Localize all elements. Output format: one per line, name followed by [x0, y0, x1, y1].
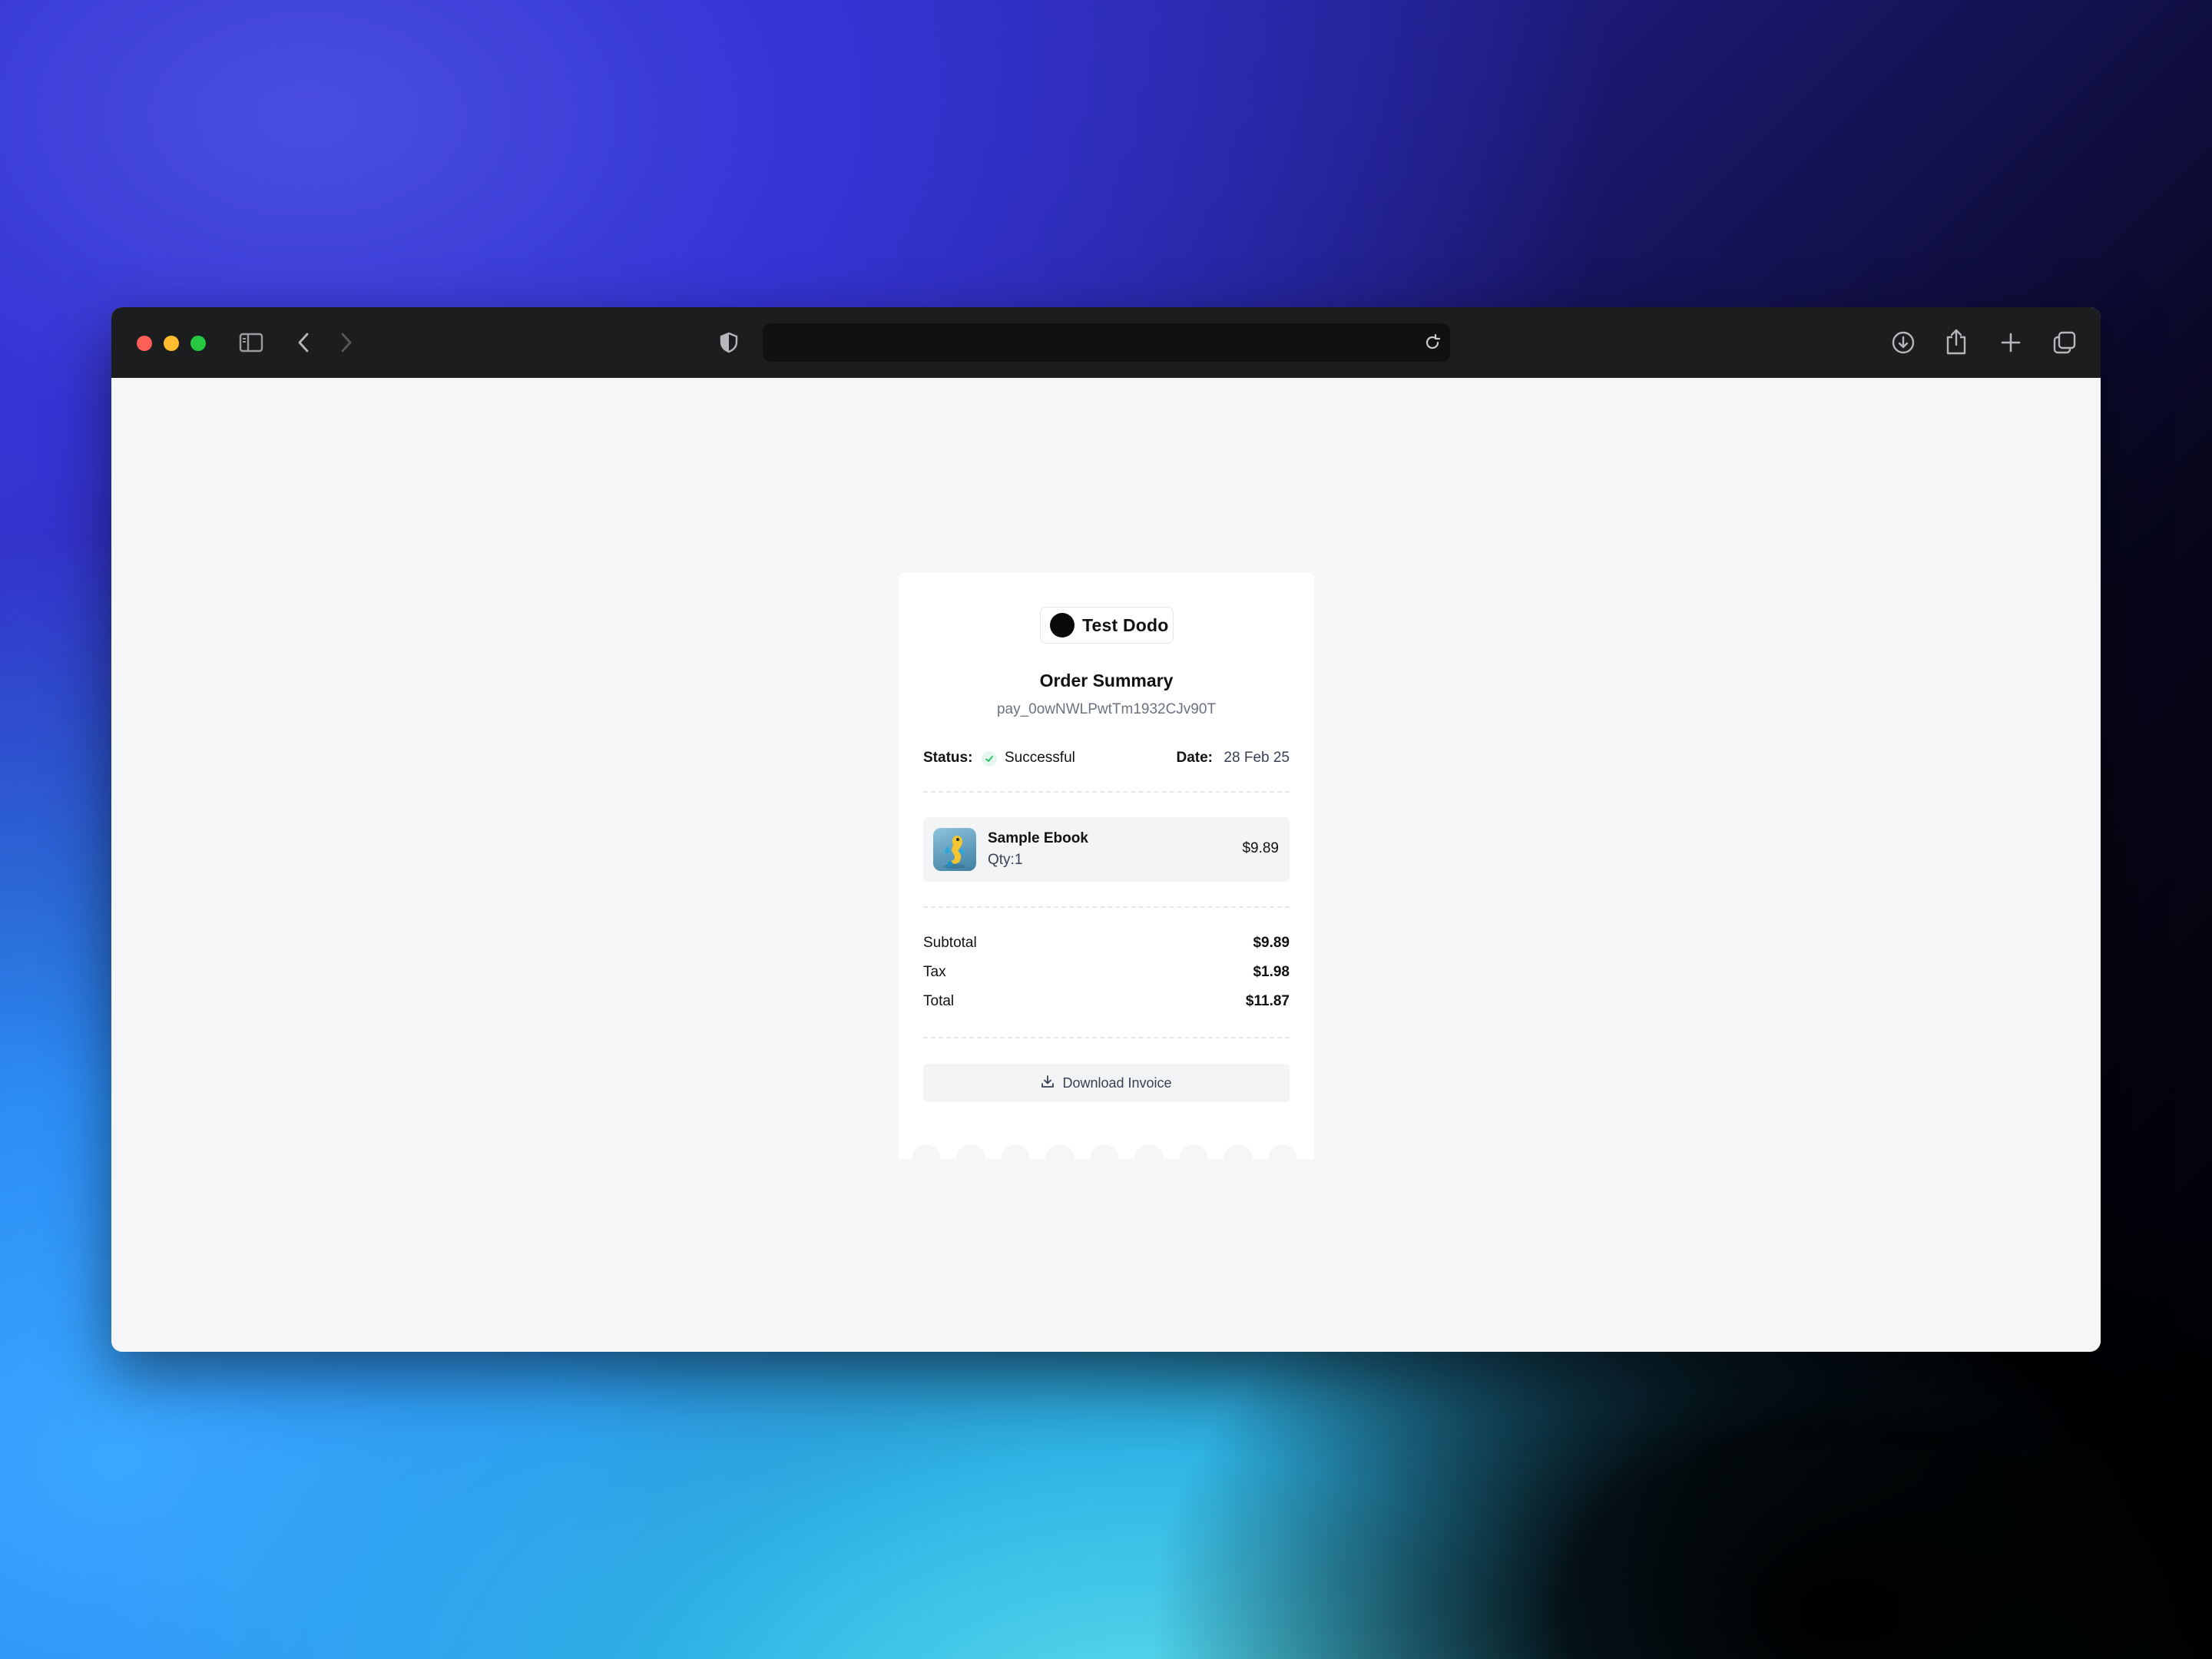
back-icon[interactable]: [296, 330, 311, 355]
subtotal-row: Subtotal $9.89: [923, 935, 1290, 955]
minimize-window-button[interactable]: [164, 336, 179, 351]
item-price: $9.89: [1242, 840, 1279, 856]
product-thumbnail: [933, 828, 976, 871]
payment-id: pay_0owNWLPwtTm1932CJv90T: [996, 701, 1217, 717]
zoom-window-button[interactable]: [190, 336, 206, 351]
downloads-icon[interactable]: [1890, 329, 1916, 356]
check-icon: [982, 751, 997, 767]
download-icon: [1041, 1075, 1055, 1092]
share-icon[interactable]: [1945, 327, 1968, 356]
subtotal-label: Subtotal: [923, 935, 977, 951]
receipt-scalloped-edge: [899, 1139, 1314, 1159]
reload-icon[interactable]: [1422, 333, 1442, 353]
sidebar-icon[interactable]: [238, 330, 264, 355]
tax-row: Tax $1.98: [923, 964, 1290, 984]
order-summary-title: Order Summary: [1039, 671, 1174, 690]
divider: [923, 791, 1290, 793]
order-summary-card: Test Dodo Order Summary pay_0owNWLPwtTm1…: [899, 572, 1314, 1159]
item-quantity: Qty:1: [988, 852, 1023, 868]
close-window-button[interactable]: [137, 336, 152, 351]
download-invoice-label: Download Invoice: [1062, 1075, 1172, 1091]
divider: [923, 1037, 1290, 1038]
item-name: Sample Ebook: [988, 830, 1088, 846]
forward-icon[interactable]: [339, 330, 354, 355]
total-value: $11.87: [1245, 993, 1290, 1009]
status-date-row: Status: Successful Date: 28 Feb 25: [923, 745, 1290, 770]
status-label: Status:: [923, 750, 973, 766]
date-label: Date:: [1176, 750, 1213, 766]
divider: [923, 906, 1290, 908]
brand-badge[interactable]: Test Dodo: [1040, 607, 1174, 644]
brand-logo: [1050, 613, 1075, 637]
page-content: Test Dodo Order Summary pay_0owNWLPwtTm1…: [111, 378, 2101, 1352]
tax-label: Tax: [923, 964, 946, 980]
subtotal-value: $9.89: [1253, 935, 1290, 951]
shield-icon[interactable]: [718, 330, 740, 355]
order-item: Sample Ebook Qty:1 $9.89: [923, 817, 1290, 882]
status-value: Successful: [1005, 750, 1075, 766]
date-value: 28 Feb 25: [1224, 750, 1290, 766]
tabs-overview-icon[interactable]: [2051, 329, 2078, 356]
brand-name: Test Dodo: [1082, 614, 1169, 635]
browser-window: Test Dodo Order Summary pay_0owNWLPwtTm1…: [111, 307, 2101, 1352]
download-invoice-button[interactable]: Download Invoice: [923, 1064, 1290, 1102]
new-tab-icon[interactable]: [1999, 331, 2022, 354]
total-label: Total: [923, 993, 955, 1009]
total-row: Total $11.87: [923, 993, 1290, 1013]
tax-value: $1.98: [1253, 964, 1290, 980]
browser-toolbar: [111, 307, 2101, 379]
address-bar[interactable]: [763, 323, 1450, 362]
